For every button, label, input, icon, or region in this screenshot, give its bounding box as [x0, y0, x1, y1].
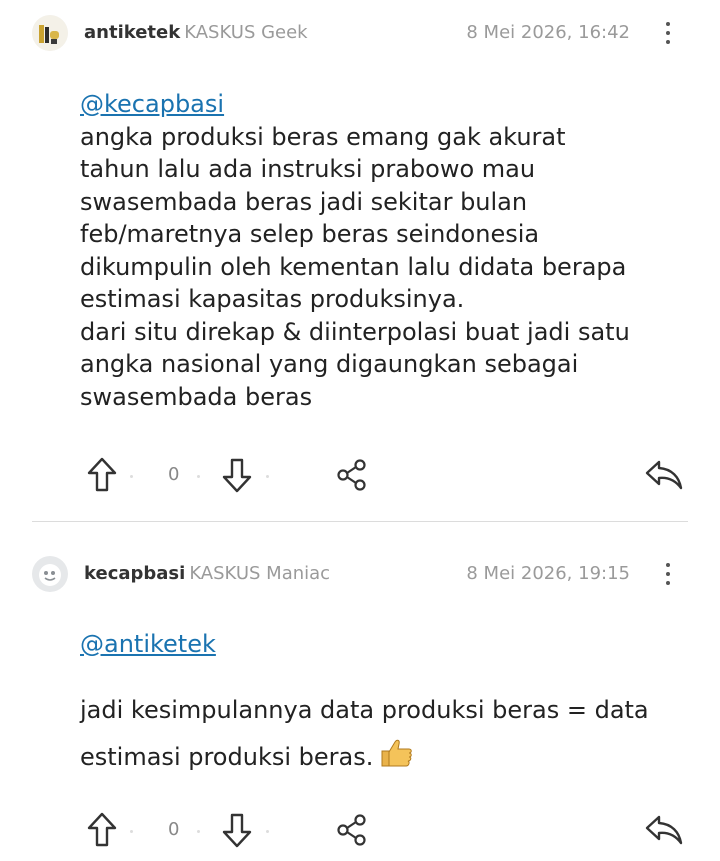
avatar[interactable] [32, 556, 68, 592]
post-text-line: dari situ direkap & diinterpolasi buat j… [80, 317, 630, 346]
reply-icon[interactable] [644, 813, 684, 847]
post-text-line: angka produksi beras emang gak akurat [80, 122, 566, 151]
post-text-line: dikumpulin oleh kementan lalu didata ber… [80, 252, 627, 281]
more-options-icon[interactable] [658, 559, 678, 589]
post-divider [32, 521, 688, 522]
separator-dot [130, 830, 133, 833]
post-body: @antiketek jadi kesimpulannya data produ… [80, 626, 680, 778]
separator-dot [130, 475, 133, 478]
vote-count: 0 [168, 819, 180, 840]
downvote-icon[interactable] [221, 456, 253, 494]
separator-dot [197, 830, 200, 833]
upvote-icon[interactable] [86, 811, 118, 849]
mention-link[interactable]: @kecapbasi [80, 88, 680, 121]
share-icon[interactable] [336, 813, 368, 847]
post-text-line: estimasi produksi beras. [80, 738, 680, 778]
post-text-line: angka nasional yang digaungkan sebagai [80, 350, 579, 378]
avatar[interactable] [32, 15, 68, 51]
separator-dot [197, 475, 200, 478]
post-text-line: tahun lalu ada instruksi prabowo mau [80, 155, 536, 183]
reply-icon[interactable] [644, 458, 684, 492]
user-rank: KASKUS Maniac [189, 563, 331, 584]
post-actions: 0 [0, 811, 720, 851]
avatar-image [32, 556, 68, 592]
username[interactable]: antiketek KASKUS Geek [84, 22, 308, 43]
upvote-icon[interactable] [86, 456, 118, 494]
post-text-line: swasembada beras [80, 382, 313, 411]
username-text[interactable]: kecapbasi [84, 563, 185, 584]
post-actions: 0 [0, 456, 720, 496]
separator-dot [266, 830, 269, 833]
vote-count: 0 [168, 464, 180, 485]
username-text[interactable]: antiketek [84, 22, 180, 43]
thumbs-up-icon [379, 738, 413, 778]
post-date: 8 Mei 2026, 16:42 [466, 22, 630, 43]
post-text: estimasi produksi beras. [80, 743, 374, 771]
separator-dot [266, 475, 269, 478]
post-text-line: feb/maretnya selep beras seindonesia [80, 220, 540, 248]
post-text-line: jadi kesimpulannya data produksi beras =… [80, 696, 649, 724]
more-options-icon[interactable] [658, 18, 678, 48]
mention-link[interactable]: @antiketek [80, 626, 680, 662]
avatar-image [32, 15, 68, 51]
downvote-icon[interactable] [221, 811, 253, 849]
share-icon[interactable] [336, 458, 368, 492]
username[interactable]: kecapbasi KASKUS Maniac [84, 563, 330, 584]
post-date: 8 Mei 2026, 19:15 [466, 563, 630, 584]
post-text-line: estimasi kapasitas produksinya. [80, 285, 465, 313]
post-body: @kecapbasi angka produksi beras emang ga… [80, 88, 680, 413]
user-rank: KASKUS Geek [184, 22, 308, 43]
post-text-line: swasembada beras jadi sekitar bulan [80, 187, 528, 216]
